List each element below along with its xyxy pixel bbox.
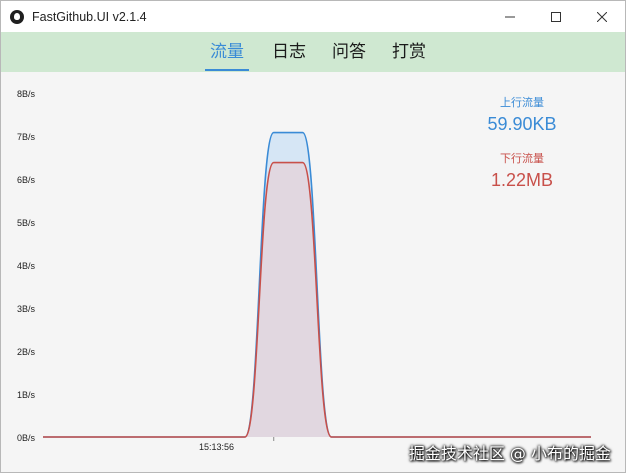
y-tick-label: 6B/s [17, 175, 36, 185]
app-window: FastGithub.UI v2.1.4 流量 日志 问答 打赏 8B/s 7B… [0, 0, 626, 473]
y-tick-label: 3B/s [17, 304, 36, 314]
upload-label: 上行流量 [500, 96, 544, 109]
title-bar[interactable]: FastGithub.UI v2.1.4 [1, 1, 625, 32]
tab-donate[interactable]: 打赏 [387, 32, 431, 72]
y-tick-label: 1B/s [17, 390, 36, 400]
y-tick-label: 7B/s [17, 132, 36, 142]
minimize-button[interactable] [487, 1, 533, 32]
watermark: 掘金技术社区 @ 小布的掘金 [408, 444, 611, 463]
minimize-icon [505, 16, 515, 17]
maximize-icon [551, 11, 561, 22]
active-tab-indicator [205, 69, 249, 71]
y-tick-label: 8B/s [17, 89, 36, 99]
close-button[interactable] [579, 1, 625, 32]
y-tick-label: 2B/s [17, 347, 36, 357]
y-tick-label: 5B/s [17, 218, 36, 228]
y-tick-label: 4B/s [17, 261, 36, 271]
window-title: FastGithub.UI v2.1.4 [32, 9, 147, 24]
tab-faq[interactable]: 问答 [327, 32, 371, 72]
y-tick-label: 0B/s [17, 433, 36, 443]
tab-logs[interactable]: 日志 [267, 32, 311, 72]
tab-traffic[interactable]: 流量 [205, 32, 249, 72]
download-value: 1.22MB [490, 170, 554, 190]
window-controls [487, 1, 625, 32]
close-icon [597, 11, 607, 22]
traffic-chart: 8B/s 7B/s 6B/s 5B/s 4B/s 3B/s 2B/s 1B/s … [1, 72, 625, 472]
x-tick-label: 15:13:56 [199, 442, 235, 452]
nav-bar: 流量 日志 问答 打赏 [1, 32, 625, 72]
download-label: 下行流量 [500, 152, 544, 165]
maximize-button[interactable] [533, 1, 579, 32]
app-logo-icon [10, 9, 24, 24]
upload-value: 59.90KB [487, 114, 557, 134]
